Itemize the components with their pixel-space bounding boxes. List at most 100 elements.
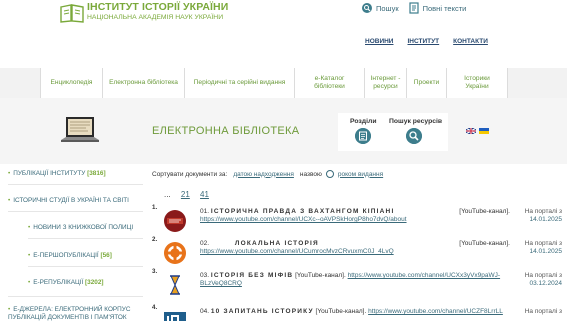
item-number: 1. <box>152 204 158 211</box>
pagination-ellipsis: ... <box>164 190 171 199</box>
search-icon <box>362 3 372 13</box>
page-link[interactable]: 41 <box>200 190 209 199</box>
bullet-icon: • <box>8 170 11 177</box>
list-item[interactable]: 3. 03. ІСТОРІЯ БЕЗ МІФІВ [YouTube-канал]… <box>152 268 562 300</box>
list-item[interactable]: 4. 04. 10 ЗАПИТАНЬ ІСТОРИКУ [YouTube-кан… <box>152 304 562 321</box>
sidebar-divider <box>8 184 143 185</box>
tab-internet-resources[interactable]: Інтернет - ресурси <box>364 68 406 98</box>
item-date-label: На порталі з <box>524 208 562 215</box>
list-item[interactable]: 1. 01. ІСТОРИЧНА ПРАВДА З ВАХТАНГОМ КІПІ… <box>152 204 562 236</box>
sidebar-item-new-books[interactable]: • НОВИНИ З КНИЖКОВОЇ ПОЛИЦІ <box>28 224 145 232</box>
item-date-value: 03.12.2024 <box>529 280 562 287</box>
item-type: [YouTube-канал]. <box>295 272 346 279</box>
sections-label: Розділи <box>350 118 377 125</box>
item-index: 03. <box>200 272 210 279</box>
item-url[interactable]: https://www.youtube.com/channel/UCXc--oA… <box>200 216 407 223</box>
sidebar-item-label: НОВИНИ З КНИЖКОВОЇ ПОЛИЦІ <box>33 224 134 231</box>
sidebar-item-count: [3202] <box>85 279 104 286</box>
item-date-label: На порталі з <box>524 308 562 315</box>
item-index: 04. <box>200 308 210 315</box>
fulltext-link[interactable]: Повні тексти <box>409 2 467 14</box>
sort-label: Сортувати документи за: <box>152 170 228 178</box>
section-nav: Енциклопедія Електронна бібліотека Періо… <box>40 68 508 98</box>
sections-icon[interactable] <box>355 128 371 144</box>
item-url[interactable]: https://www.youtube.com/channel/UCumrocM… <box>200 248 394 255</box>
sidebar-item-e-first-publications[interactable]: • Е-ПЕРШОПУБЛІКАЦІЇ [56] <box>28 252 145 260</box>
item-type: [YouTube-канал]. <box>459 208 510 215</box>
site-header: ІНСТИТУТ ІСТОРІЇ УКРАЇНИ НАЦІОНАЛЬНА АКА… <box>0 0 567 68</box>
item-text: 04. 10 ЗАПИТАНЬ ІСТОРИКУ [YouTube-канал]… <box>200 308 510 316</box>
bullet-icon: • <box>28 279 31 286</box>
item-title[interactable]: ЛОКАЛЬНА ІСТОРІЯ <box>235 240 319 247</box>
item-title[interactable]: 10 ЗАПИТАНЬ ІСТОРИКУ <box>211 308 314 315</box>
tab-periodicals[interactable]: Періодичні та серійні видання <box>184 68 294 98</box>
sidebar-item-label: ІСТОРИЧНІ СТУДІЇ В УКРАЇНІ ТА СВІТІ <box>13 197 129 204</box>
channel-thumbnail <box>164 312 186 321</box>
ukraine-flag-icon[interactable] <box>479 128 489 134</box>
pagination: ... 21 41 <box>164 190 217 199</box>
channel-thumbnail <box>170 275 180 295</box>
sort-by-name-label[interactable]: назвою <box>300 171 322 178</box>
page-link[interactable]: 21 <box>181 190 190 199</box>
sort-direction-icon[interactable] <box>325 170 334 178</box>
tab-historians[interactable]: Історики України <box>446 68 508 98</box>
sort-bar: Сортувати документи за: датою надходженн… <box>152 170 389 178</box>
nav-news[interactable]: НОВИНИ <box>365 38 393 45</box>
sidebar <box>0 164 145 321</box>
nav-institute[interactable]: ІНСТИТУТ <box>407 38 439 45</box>
item-date: На порталі з <box>512 308 562 316</box>
tab-e-library[interactable]: Електронна бібліотека <box>102 68 184 98</box>
nav-contacts[interactable]: КОНТАКТИ <box>453 38 488 45</box>
item-url[interactable]: https://www.youtube.com/channel/UCZF8Lrr… <box>368 308 503 315</box>
tab-e-catalog[interactable]: е-Каталог бібліотеки <box>294 68 364 98</box>
sidebar-divider <box>8 296 143 297</box>
channel-thumbnail <box>164 242 186 264</box>
tab-projects[interactable]: Проекти <box>406 68 446 98</box>
uk-flag-icon[interactable] <box>466 128 476 134</box>
sidebar-item-count: [3816] <box>87 170 106 177</box>
sidebar-item-e-republications[interactable]: • Е-РЕПУБЛІКАЦІЇ [3202] <box>28 279 145 287</box>
site-subtitle: НАЦІОНАЛЬНА АКАДЕМІЯ НАУК УКРАЇНИ <box>87 14 224 21</box>
item-date-value: 14.01.2025 <box>529 216 562 223</box>
bullet-icon: • <box>8 306 11 313</box>
sort-by-date-link[interactable]: датою надходження <box>233 171 294 178</box>
search-link-label: Пошук <box>376 3 399 13</box>
item-text: 01. ІСТОРИЧНА ПРАВДА З ВАХТАНГОМ КІПІАНІ… <box>200 208 510 224</box>
item-date-label: На порталі з <box>524 272 562 279</box>
item-index: 01. <box>200 208 210 215</box>
item-index: 02. <box>200 240 210 247</box>
sidebar-item-label: Е-ДЖЕРЕЛА: ЕЛЕКТРОННИЙ КОРПУС ПУБЛІКАЦІЙ… <box>8 306 131 321</box>
resource-search-icon[interactable] <box>406 128 422 144</box>
item-number: 2. <box>152 236 158 243</box>
sort-by-year-link[interactable]: роком видання <box>338 171 383 178</box>
item-date: На порталі з 14.01.2025 <box>512 208 562 224</box>
site-logo[interactable]: ІНСТИТУТ ІСТОРІЇ УКРАЇНИ НАЦІОНАЛЬНА АКА… <box>60 2 228 23</box>
item-number: 3. <box>152 268 158 275</box>
item-date: На порталі з 03.12.2024 <box>512 272 562 288</box>
sidebar-item-label: ПУБЛІКАЦІЇ ІНСТИТУТУ <box>13 170 86 177</box>
sidebar-item-studies[interactable]: • ІСТОРИЧНІ СТУДІЇ В УКРАЇНІ ТА СВІТІ <box>8 197 145 205</box>
item-text: 02. ЛОКАЛЬНА ІСТОРІЯ [YouTube-канал]. ht… <box>200 240 510 256</box>
page-title: ЕЛЕКТРОННА БІБЛІОТЕКА <box>152 125 300 137</box>
bullet-icon: • <box>28 252 31 259</box>
search-link[interactable]: Пошук <box>362 3 399 13</box>
sidebar-item-label: Е-ПЕРШОПУБЛІКАЦІЇ <box>33 252 99 259</box>
item-date: На порталі з 14.01.2025 <box>512 240 562 256</box>
item-text: 03. ІСТОРІЯ БЕЗ МІФІВ [YouTube-канал]. h… <box>200 272 510 288</box>
fulltext-link-label: Повні тексти <box>422 3 467 13</box>
list-item[interactable]: 2. 02. ЛОКАЛЬНА ІСТОРІЯ [YouTube-канал].… <box>152 236 562 268</box>
sidebar-item-e-sources[interactable]: • Е-ДЖЕРЕЛА: ЕЛЕКТРОННИЙ КОРПУС ПУБЛІКАЦІ… <box>8 306 145 321</box>
item-number: 4. <box>152 304 158 311</box>
bullet-icon: • <box>28 224 31 231</box>
channel-thumbnail <box>164 210 186 232</box>
item-type: [YouTube-канал]. <box>315 308 367 315</box>
sidebar-divider <box>28 238 143 239</box>
sidebar-divider <box>28 266 143 267</box>
sidebar-item-publications[interactable]: • ПУБЛІКАЦІЇ ІНСТИТУТУ [3816] <box>8 170 145 178</box>
document-icon <box>409 2 419 14</box>
resource-search-label: Пошук ресурсів <box>389 118 443 125</box>
item-title[interactable]: ІСТОРИЧНА ПРАВДА З ВАХТАНГОМ КІПІАНІ <box>211 208 395 215</box>
tab-encyclopedia[interactable]: Енциклопедія <box>40 68 102 98</box>
bullet-icon: • <box>8 197 11 204</box>
item-title[interactable]: ІСТОРІЯ БЕЗ МІФІВ <box>211 272 293 279</box>
